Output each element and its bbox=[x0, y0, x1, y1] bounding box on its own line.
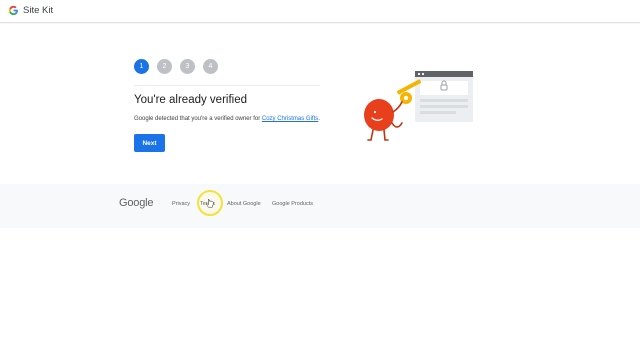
verified-key-character-illustration bbox=[364, 71, 473, 141]
app-name: Site Kit bbox=[23, 5, 54, 16]
google-footer-logo[interactable]: Google bbox=[119, 197, 153, 209]
page-footer: Google Privacy Terms About Google Google… bbox=[0, 184, 640, 228]
footer-link-google-products[interactable]: Google Products bbox=[272, 201, 313, 207]
step-divider bbox=[134, 85, 320, 86]
footer-link-privacy[interactable]: Privacy bbox=[172, 201, 190, 207]
description-suffix: . bbox=[318, 116, 320, 122]
verification-description: Google detected that you're a verified o… bbox=[134, 116, 320, 122]
stepper: 1 2 3 4 bbox=[134, 59, 218, 74]
description-prefix: Google detected that you're a verified o… bbox=[134, 116, 262, 122]
top-app-bar: Site Kit bbox=[0, 0, 640, 23]
step-4: 4 bbox=[203, 59, 218, 74]
site-link[interactable]: Cozy Christmas Gifts bbox=[262, 116, 318, 122]
step-3: 3 bbox=[180, 59, 195, 74]
cursor-hand-icon bbox=[206, 199, 214, 208]
site-kit-logo[interactable]: Site Kit bbox=[8, 5, 53, 16]
verification-panel: 1 2 3 4 You're already verified Google d… bbox=[0, 24, 640, 184]
page-title: You're already verified bbox=[134, 94, 248, 106]
step-2: 2 bbox=[157, 59, 172, 74]
footer-link-about-google[interactable]: About Google bbox=[227, 201, 261, 207]
google-g-icon bbox=[8, 5, 18, 16]
step-1: 1 bbox=[134, 59, 149, 74]
next-button[interactable]: Next bbox=[134, 134, 165, 152]
